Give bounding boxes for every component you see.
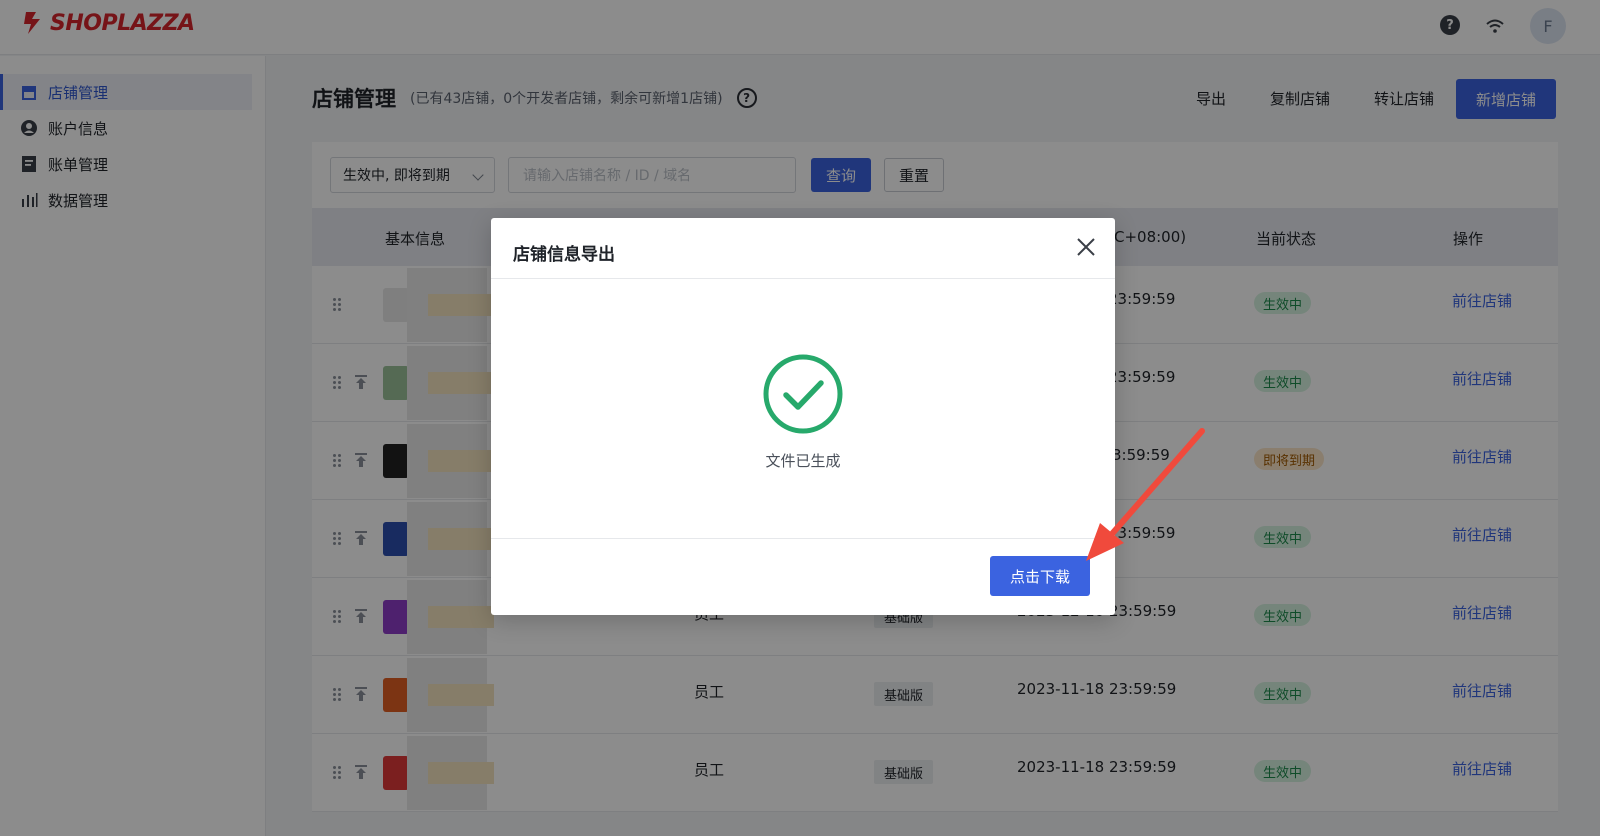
- check-circle-icon: [763, 354, 843, 434]
- modal-divider: [491, 278, 1115, 279]
- annotation-arrow-icon: [1086, 428, 1205, 561]
- download-button[interactable]: 点击下载: [990, 556, 1090, 596]
- export-modal: 店铺信息导出 文件已生成 点击下载: [491, 218, 1115, 615]
- close-icon[interactable]: [1075, 236, 1097, 258]
- modal-divider: [491, 538, 1115, 539]
- modal-title: 店铺信息导出: [513, 245, 615, 265]
- modal-message: 文件已生成: [765, 452, 841, 470]
